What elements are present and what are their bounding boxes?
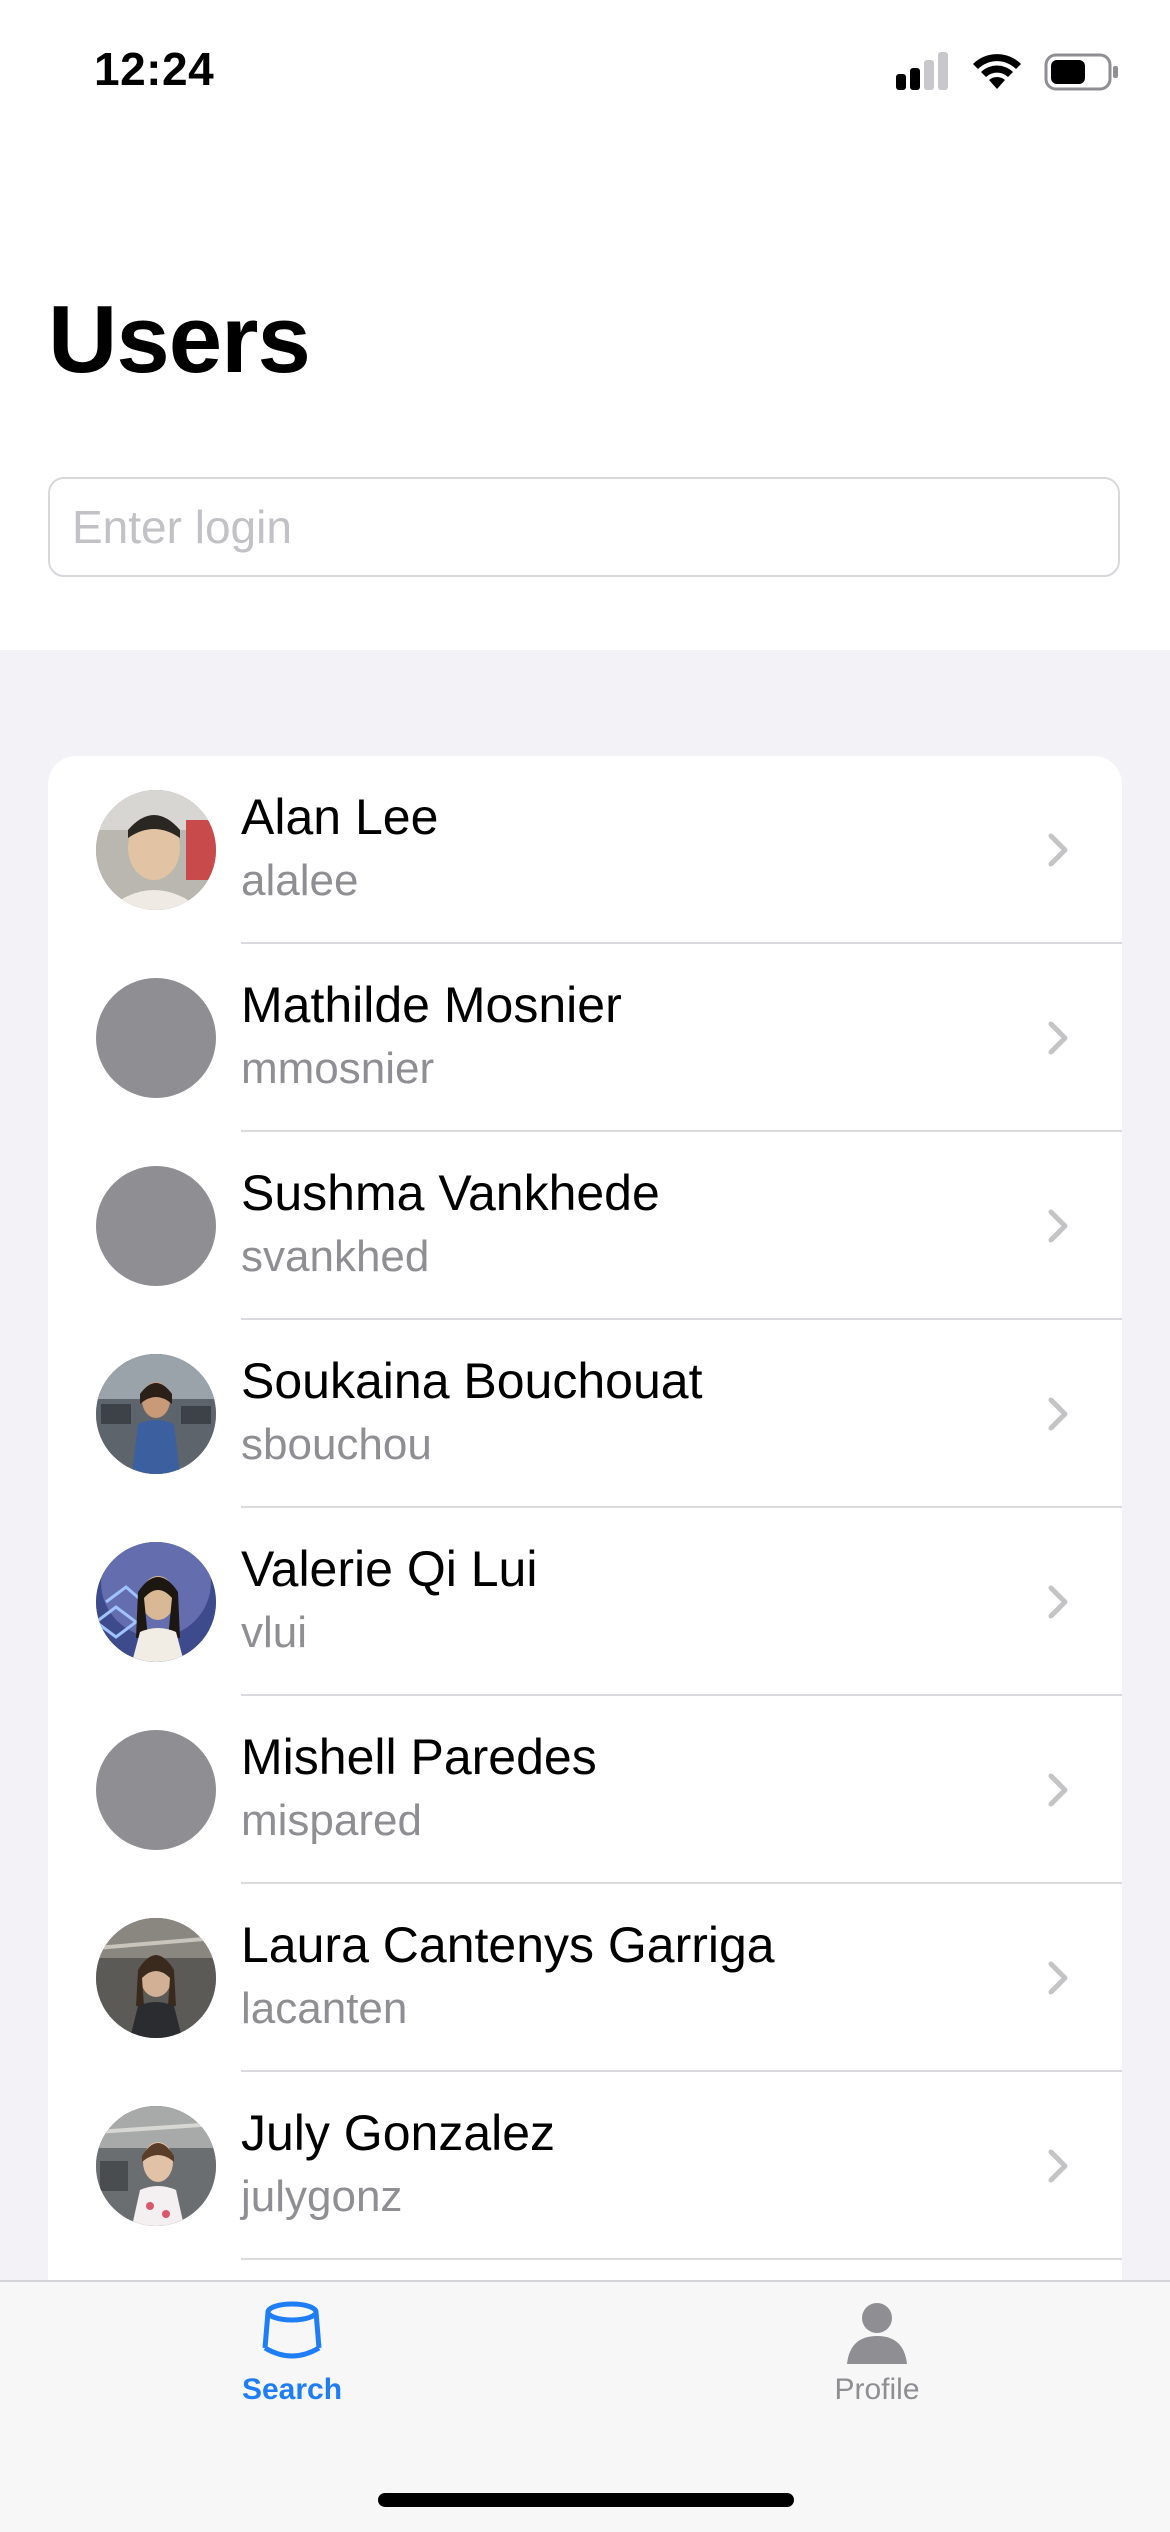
user-name: Sushma Vankhede bbox=[241, 1165, 660, 1221]
user-avatar bbox=[96, 1542, 216, 1662]
user-row[interactable]: July Gonzalez julygonz bbox=[48, 2072, 1122, 2260]
user-name: Alan Lee bbox=[241, 789, 439, 845]
user-avatar bbox=[96, 1918, 216, 2038]
user-avatar bbox=[96, 1354, 216, 1474]
user-login: vlui bbox=[241, 1608, 308, 1657]
user-login: sbouchou bbox=[241, 1420, 432, 1469]
tab-search-label: Search bbox=[241, 2373, 343, 2406]
wifi-icon bbox=[973, 54, 1021, 89]
user-name: Mathilde Mosnier bbox=[241, 977, 622, 1033]
status-time: 12:24 bbox=[94, 43, 215, 95]
user-row[interactable]: Mathilde Mosnier mmosnier bbox=[48, 944, 1122, 1132]
chevron-right-icon bbox=[1048, 1021, 1068, 1055]
user-avatar-placeholder bbox=[96, 1166, 216, 1286]
user-row[interactable]: Soukaina Bouchouat sbouchou bbox=[48, 1320, 1122, 1508]
user-name: July Gonzalez bbox=[241, 2105, 556, 2161]
user-name: Mishell Paredes bbox=[241, 1729, 597, 1785]
user-login: mmosnier bbox=[241, 1044, 435, 1093]
battery-icon bbox=[1044, 53, 1118, 91]
user-row[interactable]: Valerie Qi Lui vlui bbox=[48, 1508, 1122, 1696]
search-tab-icon bbox=[262, 2301, 322, 2359]
user-row[interactable]: Laura Cantenys Garriga lacanten bbox=[48, 1884, 1122, 2072]
user-list: Alan Lee alalee Mathilde Mosnier mmosnie… bbox=[48, 756, 1122, 2280]
user-name: Soukaina Bouchouat bbox=[241, 1353, 703, 1409]
status-icons bbox=[896, 52, 1120, 92]
user-row[interactable]: Alan Lee alalee bbox=[48, 756, 1122, 944]
chevron-right-icon bbox=[1048, 1397, 1068, 1431]
chevron-right-icon bbox=[1048, 833, 1068, 867]
user-name: Laura Cantenys Garriga bbox=[241, 1917, 775, 1973]
user-avatar bbox=[96, 790, 216, 910]
user-login: lacanten bbox=[241, 1984, 408, 2033]
search-field[interactable] bbox=[48, 477, 1120, 577]
page-title: Users bbox=[48, 286, 311, 393]
chevron-right-icon bbox=[1048, 2149, 1068, 2183]
tab-profile-label: Profile bbox=[834, 2373, 920, 2406]
tab-search[interactable]: Search bbox=[172, 2300, 412, 2407]
chevron-right-icon bbox=[1048, 1773, 1068, 1807]
row-separator bbox=[241, 2258, 1122, 2260]
user-login: julygonz bbox=[241, 2172, 403, 2221]
user-login: alalee bbox=[241, 856, 359, 905]
chevron-right-icon bbox=[1048, 1209, 1068, 1243]
user-avatar-placeholder bbox=[96, 978, 216, 1098]
user-avatar-placeholder bbox=[96, 1730, 216, 1850]
user-row[interactable]: Sushma Vankhede svankhed bbox=[48, 1132, 1122, 1320]
user-login: mispared bbox=[241, 1796, 422, 1845]
cellular-signal-icon bbox=[896, 52, 948, 90]
home-indicator bbox=[378, 2493, 794, 2507]
person-icon bbox=[847, 2303, 907, 2364]
chevron-right-icon bbox=[1048, 1961, 1068, 1995]
user-name: Valerie Qi Lui bbox=[241, 1541, 538, 1597]
user-row[interactable]: Mishell Paredes mispared bbox=[48, 1696, 1122, 1884]
chevron-right-icon bbox=[1048, 1585, 1068, 1619]
user-avatar bbox=[96, 2106, 216, 2226]
tab-profile[interactable]: Profile bbox=[757, 2300, 997, 2407]
user-login: svankhed bbox=[241, 1232, 430, 1281]
login-search-input[interactable] bbox=[50, 479, 1118, 575]
